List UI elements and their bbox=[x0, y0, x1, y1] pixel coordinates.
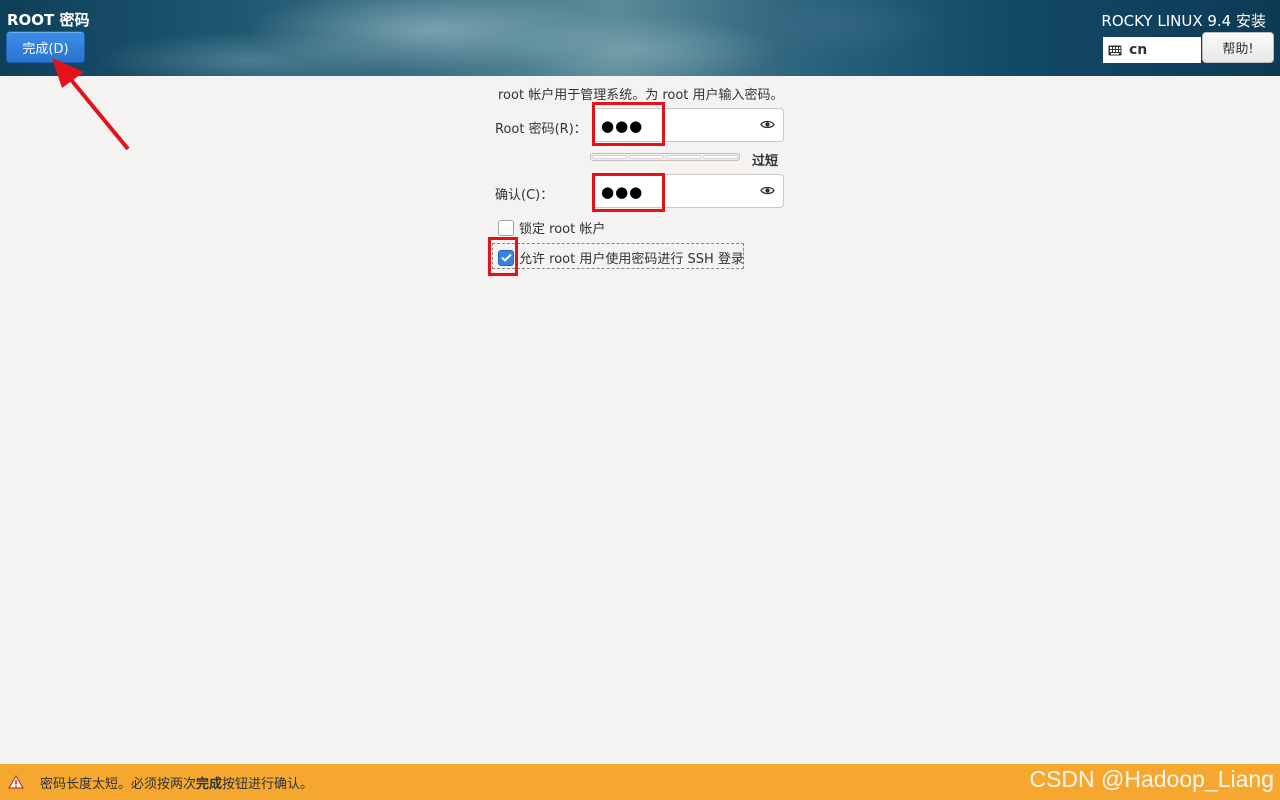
lock-root-checkbox-row[interactable]: 锁定 root 帐户 bbox=[498, 218, 605, 237]
confirm-password-field[interactable]: ●●● bbox=[592, 174, 784, 208]
warning-icon bbox=[8, 775, 24, 789]
password-strength-bar bbox=[590, 153, 740, 161]
status-message-bold: 完成 bbox=[196, 776, 223, 792]
lock-root-label: 锁定 root 帐户 bbox=[519, 222, 606, 237]
checkmark-icon bbox=[500, 253, 512, 262]
confirm-label: 确认(C)： bbox=[495, 188, 554, 203]
password-label: Root 密码(R)： bbox=[495, 122, 587, 137]
status-message-suffix: 按钮进行确认。 bbox=[222, 776, 314, 792]
description-text: root 帐户用于管理系统。为 root 用户输入密码。 bbox=[498, 88, 784, 103]
show-confirm-password-icon[interactable] bbox=[760, 185, 775, 196]
help-button[interactable]: 帮助! bbox=[1202, 32, 1274, 63]
keyboard-layout-label: cn bbox=[1129, 42, 1148, 58]
keyboard-layout-indicator[interactable]: cn bbox=[1103, 37, 1201, 63]
root-password-field[interactable]: ●●● bbox=[592, 108, 784, 142]
done-button[interactable]: 完成(D) bbox=[6, 31, 85, 63]
product-title: ROCKY LINUX 9.4 安装 bbox=[1101, 12, 1266, 30]
confirm-value: ●●● bbox=[601, 183, 644, 201]
lock-root-checkbox[interactable] bbox=[498, 219, 514, 236]
header-bar: ROOT 密码 完成(D) ROCKY LINUX 9.4 安装 cn 帮助! bbox=[0, 0, 1280, 76]
show-password-icon[interactable] bbox=[760, 119, 775, 130]
status-message-prefix: 密码长度太短。必须按两次 bbox=[40, 776, 197, 792]
allow-ssh-label: 允许 root 用户使用密码进行 SSH 登录 bbox=[519, 252, 744, 267]
password-value: ●●● bbox=[601, 117, 644, 135]
allow-ssh-checkbox[interactable] bbox=[498, 249, 514, 266]
password-strength-label: 过短 bbox=[752, 154, 779, 169]
keyboard-icon bbox=[1108, 45, 1122, 55]
page-title: ROOT 密码 bbox=[7, 11, 90, 29]
watermark: CSDN @Hadoop_Liang bbox=[1029, 766, 1274, 792]
allow-ssh-checkbox-row[interactable]: 允许 root 用户使用密码进行 SSH 登录 bbox=[498, 248, 744, 267]
